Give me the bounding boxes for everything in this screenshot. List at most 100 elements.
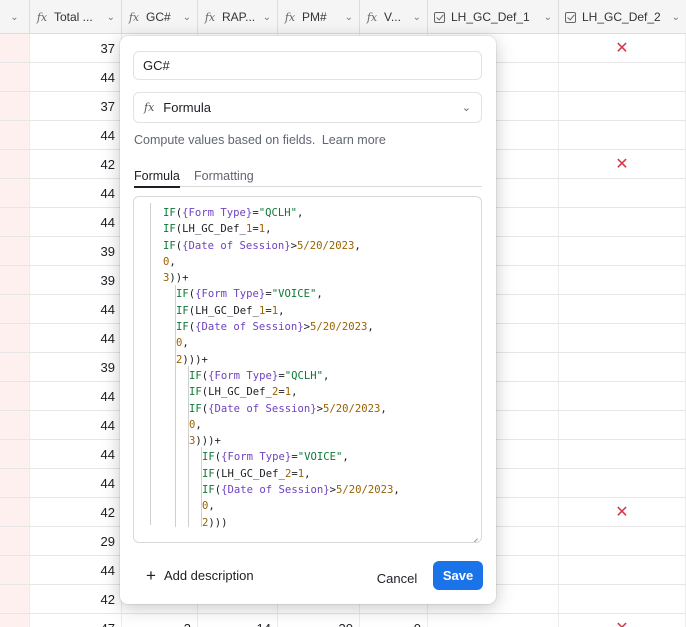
lh-gc-def-2-cell[interactable] [559, 556, 686, 584]
lh-gc-def-2-cell[interactable]: ✕ [559, 614, 686, 627]
total-cell[interactable]: 44 [30, 208, 122, 236]
chevron-down-icon[interactable]: ⌄ [257, 12, 277, 23]
column-header-lh-gc-def-1[interactable]: LH_GC_Def_1 ⌄ [428, 0, 559, 34]
row-selector-cell[interactable] [0, 295, 30, 323]
formula-line[interactable]: IF({Date of Session}>5/20/2023, [134, 238, 400, 254]
total-cell[interactable]: 44 [30, 556, 122, 584]
row-selector-cell[interactable] [0, 92, 30, 120]
total-cell[interactable]: 44 [30, 469, 122, 497]
row-selector-cell[interactable] [0, 585, 30, 613]
lh-gc-def-2-cell[interactable] [559, 179, 686, 207]
total-cell[interactable]: 47 [30, 614, 122, 627]
table-cell[interactable]: 0 [360, 614, 428, 627]
formula-line[interactable]: 0, [134, 498, 400, 514]
total-cell[interactable]: 44 [30, 411, 122, 439]
formula-line[interactable]: 2))) [134, 515, 400, 531]
table-cell[interactable]: 14 [198, 614, 278, 627]
row-selector-cell[interactable] [0, 237, 30, 265]
resize-handle-icon[interactable] [470, 531, 478, 539]
formula-editor[interactable]: IF({Form Type}="QCLH", IF(LH_GC_Def_1=1, I… [133, 196, 482, 543]
lh-gc-def-2-cell[interactable] [559, 382, 686, 410]
column-header-pm[interactable]: fx PM# ⌄ [278, 0, 360, 34]
row-selector-cell[interactable] [0, 208, 30, 236]
field-type-select[interactable]: fx Formula ⌄ [133, 92, 482, 123]
row-selector-cell[interactable] [0, 324, 30, 352]
row-selector-cell[interactable] [0, 150, 30, 178]
lh-gc-def-2-cell[interactable] [559, 266, 686, 294]
formula-line[interactable]: IF(LH_GC_Def_2=1, [134, 384, 400, 400]
row-selector-cell[interactable] [0, 266, 30, 294]
total-cell[interactable]: 44 [30, 121, 122, 149]
row-selector-cell[interactable] [0, 556, 30, 584]
formula-line[interactable]: IF({Date of Session}>5/20/2023, [134, 482, 400, 498]
lh-gc-def-2-cell[interactable]: ✕ [559, 498, 686, 526]
tab-formula[interactable]: Formula [134, 169, 180, 188]
row-selector-cell[interactable] [0, 527, 30, 555]
chevron-down-icon[interactable]: ⌄ [538, 12, 558, 23]
row-selector-cell[interactable] [0, 614, 30, 627]
row-selector-cell[interactable] [0, 382, 30, 410]
formula-line[interactable]: IF({Form Type}="VOICE", [134, 286, 400, 302]
learn-more-link[interactable]: Learn more [322, 133, 386, 147]
lh-gc-def-2-cell[interactable] [559, 585, 686, 613]
row-selector-cell[interactable] [0, 353, 30, 381]
table-cell[interactable]: 3 [122, 614, 198, 627]
row-selector-cell[interactable] [0, 34, 30, 62]
lh-gc-def-2-cell[interactable] [559, 353, 686, 381]
column-header-total[interactable]: fx Total ... ⌄ [30, 0, 122, 34]
formula-line[interactable]: 3))+ [134, 270, 400, 286]
total-cell[interactable]: 44 [30, 382, 122, 410]
chevron-down-icon[interactable]: ⌄ [407, 12, 427, 23]
total-cell[interactable]: 29 [30, 527, 122, 555]
total-cell[interactable]: 44 [30, 324, 122, 352]
lh-gc-def-2-cell[interactable]: ✕ [559, 34, 686, 62]
row-selector-cell[interactable] [0, 121, 30, 149]
lh-gc-def-2-cell[interactable] [559, 121, 686, 149]
row-header-menu[interactable]: ⌄ [0, 0, 30, 34]
formula-line[interactable]: IF(LH_GC_Def_1=1, [134, 221, 400, 237]
formula-line[interactable]: 2)))+ [134, 352, 400, 368]
row-selector-cell[interactable] [0, 63, 30, 91]
total-cell[interactable]: 39 [30, 266, 122, 294]
formula-line[interactable]: 0, [134, 254, 400, 270]
formula-line[interactable]: IF({Form Type}="QCLH", [134, 205, 400, 221]
formula-line[interactable]: IF({Date of Session}>5/20/2023, [134, 319, 400, 335]
lh-gc-def-2-cell[interactable] [559, 440, 686, 468]
total-cell[interactable]: 39 [30, 353, 122, 381]
formula-line[interactable]: IF({Form Type}="VOICE", [134, 449, 400, 465]
formula-line[interactable]: IF(LH_GC_Def_1=1, [134, 303, 400, 319]
total-cell[interactable]: 37 [30, 34, 122, 62]
chevron-down-icon[interactable]: ⌄ [177, 12, 197, 23]
total-cell[interactable]: 42 [30, 585, 122, 613]
total-cell[interactable]: 44 [30, 440, 122, 468]
total-cell[interactable]: 44 [30, 179, 122, 207]
cancel-button[interactable]: Cancel [370, 564, 424, 592]
row-selector-cell[interactable] [0, 469, 30, 497]
field-name-input[interactable] [133, 51, 482, 80]
formula-line[interactable]: IF({Date of Session}>5/20/2023, [134, 401, 400, 417]
lh-gc-def-2-cell[interactable] [559, 469, 686, 497]
lh-gc-def-2-cell[interactable] [559, 295, 686, 323]
total-cell[interactable]: 42 [30, 150, 122, 178]
table-cell[interactable]: 30 [278, 614, 360, 627]
total-cell[interactable]: 44 [30, 63, 122, 91]
lh-gc-def-2-cell[interactable] [559, 324, 686, 352]
lh-gc-def-2-cell[interactable] [559, 63, 686, 91]
chevron-down-icon[interactable]: ⌄ [666, 12, 686, 23]
lh-gc-def-2-cell[interactable] [559, 92, 686, 120]
column-header-v[interactable]: fx V... ⌄ [360, 0, 428, 34]
total-cell[interactable]: 37 [30, 92, 122, 120]
tab-formatting[interactable]: Formatting [194, 169, 254, 183]
lh-gc-def-2-cell[interactable] [559, 208, 686, 236]
chevron-down-icon[interactable]: ⌄ [101, 12, 121, 23]
row-selector-cell[interactable] [0, 179, 30, 207]
save-button[interactable]: Save [433, 561, 483, 590]
column-header-rap[interactable]: fx RAP... ⌄ [198, 0, 278, 34]
total-cell[interactable]: 44 [30, 295, 122, 323]
add-description-button[interactable]: + Add description [146, 567, 254, 584]
chevron-down-icon[interactable]: ⌄ [339, 12, 359, 23]
formula-line[interactable]: 0, [134, 335, 400, 351]
lh-gc-def-2-cell[interactable] [559, 527, 686, 555]
formula-line[interactable]: IF(LH_GC_Def_2=1, [134, 466, 400, 482]
row-selector-cell[interactable] [0, 411, 30, 439]
